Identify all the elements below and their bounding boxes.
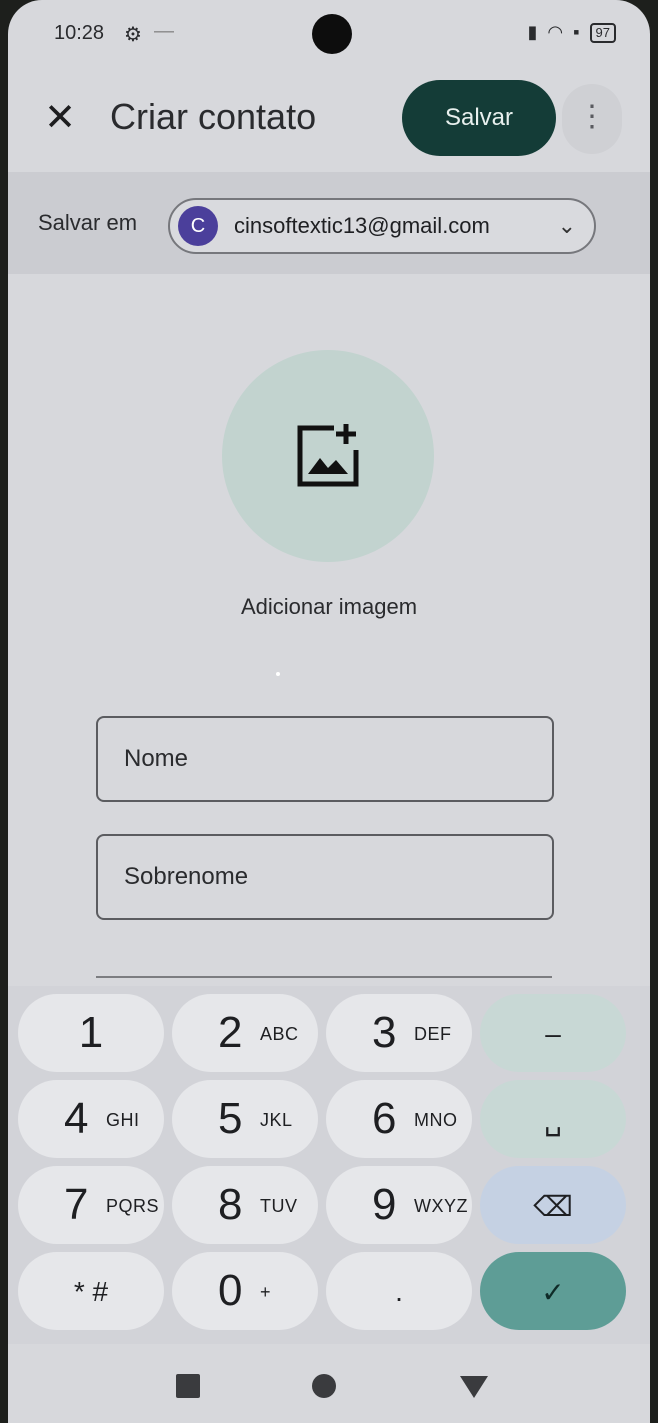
key-digit: 1 <box>78 1008 104 1057</box>
backspace-key[interactable]: ⌫ <box>480 1166 626 1244</box>
key-letters: TUV <box>260 1196 298 1216</box>
key-5[interactable]: 5 JKL <box>172 1080 318 1158</box>
chevron-down-icon: ⌄ <box>557 213 576 238</box>
confirm-key[interactable]: ✓ <box>480 1252 626 1330</box>
key-letters: JKL <box>260 1110 293 1130</box>
status-bar: 10:28 ⚙ — ▮ ◠ ▪ 97 <box>8 0 650 72</box>
key-3[interactable]: 3 DEF <box>326 994 472 1072</box>
key-period[interactable]: . <box>326 1252 472 1330</box>
key-digit: 0 <box>218 1266 243 1315</box>
key-letters: + <box>260 1282 272 1302</box>
key-digit: 2 <box>218 1008 243 1057</box>
key-digit: 9 <box>372 1180 397 1229</box>
key-digit: 6 <box>372 1094 397 1143</box>
avatar: C <box>178 206 218 246</box>
key-digit: ⌫ <box>533 1191 573 1222</box>
add-photo-icon <box>297 424 359 487</box>
system-nav-bar <box>8 1344 650 1423</box>
battery-level: 97 <box>589 22 616 43</box>
key-letters: WXYZ <box>414 1196 468 1216</box>
last-name-input[interactable] <box>98 836 552 918</box>
key-digit: . <box>395 1276 403 1307</box>
key-9[interactable]: 9 WXYZ <box>326 1166 472 1244</box>
next-field-edge <box>96 976 552 978</box>
recents-button[interactable] <box>166 1364 210 1408</box>
status-dash-icon: — <box>154 20 174 42</box>
key-8[interactable]: 8 TUV <box>172 1166 318 1244</box>
account-email: cinsoftextic13@gmail.com <box>234 213 490 238</box>
key-letters: ABC <box>260 1024 299 1044</box>
last-name-field[interactable] <box>96 834 554 920</box>
key-letters: PQRS <box>106 1196 160 1216</box>
more-vert-icon[interactable]: ⋮ <box>562 84 622 154</box>
account-selector[interactable]: C cinsoftextic13@gmail.com ⌄ <box>168 198 596 254</box>
key-space[interactable]: ␣ <box>480 1080 626 1158</box>
cursor-dot <box>276 672 280 676</box>
first-name-field[interactable] <box>96 716 554 802</box>
home-button[interactable] <box>302 1364 346 1408</box>
key-4[interactable]: 4 GHI <box>18 1080 164 1158</box>
app-bar: ✕ Criar contato Salvar ⋮ <box>8 72 650 168</box>
add-photo-button[interactable] <box>222 350 434 562</box>
settings-status-icon: ⚙ <box>124 24 142 46</box>
page-title: Criar contato <box>110 96 317 137</box>
key-digit: 4 <box>64 1094 89 1143</box>
front-camera <box>312 14 352 54</box>
save-to-section: Salvar em C cinsoftextic13@gmail.com ⌄ <box>8 172 650 274</box>
key-letters: MNO <box>414 1110 458 1130</box>
key-0[interactable]: 0 + <box>172 1252 318 1330</box>
status-icons: ▮ ◠ ▪ 97 <box>528 22 616 43</box>
key-digit: 5 <box>218 1094 243 1143</box>
key-letters: DEF <box>414 1024 452 1044</box>
key-6[interactable]: 6 MNO <box>326 1080 472 1158</box>
wifi-icon: ◠ <box>547 22 564 42</box>
close-icon[interactable]: ✕ <box>42 92 78 144</box>
key-digit: ✓ <box>541 1277 565 1308</box>
key-digit: 8 <box>218 1180 243 1229</box>
back-button[interactable] <box>452 1364 496 1408</box>
key-digit: 3 <box>372 1008 397 1057</box>
key-digit: ␣ <box>544 1105 562 1136</box>
key-1[interactable]: 1 <box>18 994 164 1072</box>
nfc-icon: ▮ <box>527 22 538 42</box>
add-photo-label: Adicionar imagem <box>240 594 418 619</box>
key-letters: GHI <box>106 1110 140 1130</box>
key-star-hash[interactable]: * # <box>18 1252 164 1330</box>
key-digit: – <box>545 1018 561 1049</box>
sim-icon: ▪ <box>573 22 580 42</box>
key-digit: * # <box>73 1276 109 1307</box>
phone-screen: 10:28 ⚙ — ▮ ◠ ▪ 97 ✕ Criar contato Salva… <box>8 0 650 1423</box>
numeric-keypad: 1 2 ABC 3 DEF – 4 GHI 5 JKL 6 MNO ␣ 7 PQRS 8 TUV 9 WXYZ ⌫ * … <box>8 986 650 1344</box>
key-7[interactable]: 7 PQRS <box>18 1166 164 1244</box>
first-name-input[interactable] <box>98 718 552 800</box>
save-to-label: Salvar em <box>38 210 138 235</box>
save-button[interactable]: Salvar <box>402 80 556 156</box>
key-dash[interactable]: – <box>480 994 626 1072</box>
status-time: 10:28 <box>54 22 105 44</box>
key-2[interactable]: 2 ABC <box>172 994 318 1072</box>
key-digit: 7 <box>64 1180 89 1229</box>
